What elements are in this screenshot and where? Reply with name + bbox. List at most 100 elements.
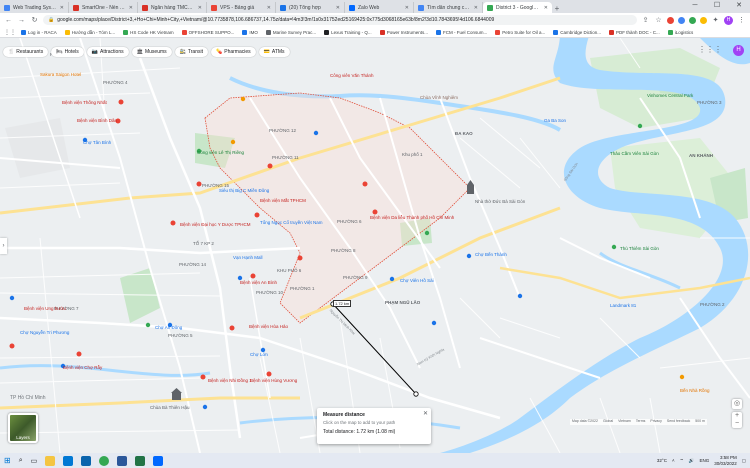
map-label-place[interactable]: Bệnh viện An Bình <box>240 280 277 285</box>
puzzle-icon[interactable]: ✦ <box>711 16 720 24</box>
task-view-icon[interactable]: ▭ <box>31 457 38 465</box>
map-label-place[interactable]: Bệnh viện Hòa Hảo <box>249 324 288 329</box>
browser-tab[interactable]: VPS - Bảng giá ✕ <box>207 2 276 13</box>
reload-icon[interactable]: ↻ <box>30 16 39 24</box>
excel-icon[interactable] <box>135 455 146 466</box>
map-label-place[interactable]: Chợ Viên Hồ Sài <box>400 278 434 283</box>
file-explorer-icon[interactable] <box>45 455 56 466</box>
close-icon[interactable]: ✕ <box>60 5 64 11</box>
close-icon[interactable]: ✕ <box>405 5 409 11</box>
bookmark-item[interactable]: Log in - RACA <box>21 29 57 35</box>
browser-tab[interactable]: SmartOne - Nền tảng quả...✕ <box>69 2 138 13</box>
map-label-place[interactable]: Sakura Saigon Hotel <box>40 72 81 77</box>
search-icon[interactable]: ⌕ <box>19 457 23 465</box>
map-label-place[interactable]: Thủ Thiêm Sài Gòn <box>620 246 659 251</box>
map-label-place[interactable]: Vinhomes Central Park <box>647 93 693 98</box>
share-icon[interactable]: ⇪ <box>641 16 650 24</box>
profile-avatar[interactable]: H <box>724 15 733 25</box>
map-label-place[interactable]: Công viên Lê Thị Riêng <box>197 150 244 155</box>
browser-tab[interactable]: Tìm dân chung cư dưới 2...✕ <box>414 2 483 13</box>
bookmark-item[interactable]: Power Instruments... <box>379 29 428 35</box>
map-label-place[interactable]: Bệnh viện Thống Nhất <box>62 100 107 105</box>
outlook-icon[interactable] <box>81 455 92 466</box>
restaurants-chip[interactable]: 🍴 Restaurants <box>3 47 49 57</box>
hotels-chip[interactable]: 🛏 Hotels <box>51 47 84 57</box>
close-window-icon[interactable]: ✕ <box>728 0 750 12</box>
map-label-place[interactable]: Bệnh viện Chợ Rẫy <box>63 365 102 370</box>
bookmark-item[interactable]: Cambridge Diction... <box>553 29 601 35</box>
map-label-place[interactable]: Công viên Văn Thánh <box>330 73 373 78</box>
account-avatar[interactable]: H <box>733 45 744 56</box>
transit-chip[interactable]: 🚉 Transit <box>174 47 208 57</box>
apps-icon[interactable]: ⋮⋮ <box>4 29 16 36</box>
browser-tab[interactable]: (20) Tổng hợp ✕ <box>276 2 345 13</box>
map-label-place[interactable]: Bệnh viện Nhi Đồng 1 <box>208 378 252 383</box>
map-label-place[interactable]: Chợ Nguyễn Tri Phương <box>20 330 69 335</box>
map-label-place[interactable]: Bệnh viện Mắt TPHCM <box>260 198 306 203</box>
zoom-in-button[interactable]: + <box>732 412 742 420</box>
star-icon[interactable]: ☆ <box>654 16 663 24</box>
map-label-place[interactable]: Chùa Bà Thiên Hậu <box>150 405 189 410</box>
scale-label[interactable]: 500 m <box>695 419 705 425</box>
browser-tab[interactable]: Web Trading System ✕ <box>0 2 69 13</box>
word-icon[interactable] <box>117 455 128 466</box>
map-label-place[interactable]: Bệnh viện Ung bướu <box>24 306 66 311</box>
my-location-icon[interactable]: ◎ <box>732 399 742 409</box>
bookmark-item[interactable]: IMO <box>242 29 258 35</box>
minimize-icon[interactable]: ─ <box>684 0 706 12</box>
chrome-icon[interactable] <box>99 455 110 466</box>
map-label-place[interactable]: Nhà thờ Đức Bà Sài Gòn <box>475 199 525 204</box>
extension-icon[interactable] <box>700 16 707 24</box>
map-label-place[interactable]: Bệnh viện Đại học Y Dược TPHCM <box>180 222 251 227</box>
zalo-icon[interactable] <box>153 455 164 466</box>
close-icon[interactable]: ✕ <box>198 5 202 11</box>
bookmark-item[interactable]: Petro Suite for Oil a... <box>495 29 545 35</box>
url-field[interactable]: 🔒 google.com/maps/place/District+3,+Ho+C… <box>43 15 637 25</box>
forward-icon[interactable]: → <box>17 17 26 24</box>
map-label-place[interactable]: Bệnh viện Bình Dân <box>77 118 117 123</box>
close-icon[interactable]: ✕ <box>267 5 271 11</box>
back-icon[interactable]: ← <box>4 17 13 24</box>
windows-start-icon[interactable]: ⊞ <box>4 456 11 465</box>
map-label-place[interactable]: Chợ Bến Thành <box>475 252 507 257</box>
map-label-place[interactable]: Chợ Tân Bình <box>83 140 111 145</box>
map-label-place[interactable]: Vạn Hạnh Mall <box>233 255 263 260</box>
mail-icon[interactable] <box>63 455 74 466</box>
maximize-icon[interactable]: ☐ <box>706 0 728 12</box>
pharmacies-chip[interactable]: 💊 Pharmacies <box>211 47 256 57</box>
language-indicator[interactable]: ENG <box>699 458 709 463</box>
clock[interactable]: 3:58 PM 30/03/2022 <box>714 455 737 466</box>
bookmark-item[interactable]: Marine Survey Prac... <box>265 29 316 35</box>
map-label-place[interactable]: Chợ Lớn <box>250 352 268 357</box>
chevron-up-icon[interactable]: ˄ <box>672 458 675 463</box>
browser-tab[interactable]: Ngân hàng TMCP Kỹ thươ...✕ <box>138 2 207 13</box>
collapse-side-panel-button[interactable]: › <box>0 238 7 254</box>
close-icon[interactable]: ✕ <box>129 5 133 11</box>
extension-icon[interactable] <box>667 16 674 24</box>
notification-icon[interactable]: ▢ <box>742 458 746 464</box>
close-icon[interactable]: ✕ <box>423 410 428 417</box>
bookmark-item[interactable]: OFFSHORE SUPPO... <box>181 29 234 35</box>
extension-icon[interactable] <box>689 16 696 24</box>
map-label-place[interactable]: Bến Nhà Rồng <box>680 388 710 393</box>
map-label-place[interactable]: Chợ An Đông <box>155 325 182 330</box>
wifi-icon[interactable]: ⌔ <box>680 458 684 464</box>
layers-button[interactable]: Layers <box>8 413 38 443</box>
menu-icon[interactable]: ⋮ <box>737 16 746 24</box>
map-label-place[interactable]: Thảo Cầm Viên Sài Gòn <box>610 151 659 156</box>
close-icon[interactable]: ✕ <box>474 5 478 11</box>
bookmark-item[interactable]: iLogistics <box>667 29 693 35</box>
bookmark-item[interactable]: FCM - Fuel Consum... <box>435 29 487 35</box>
map-label-place[interactable]: Siêu thị Big C Miền Đông <box>219 188 269 193</box>
close-icon[interactable]: ✕ <box>336 5 340 11</box>
weather-temp[interactable]: 32°C <box>657 458 667 463</box>
map-label-place[interactable]: Landmark 81 <box>610 303 636 308</box>
extension-icon[interactable] <box>678 16 685 24</box>
new-tab-button[interactable]: + <box>552 4 562 13</box>
bookmark-item[interactable]: Lexus Training - Q... <box>324 29 372 35</box>
volume-icon[interactable]: 🔊 <box>689 458 695 464</box>
attractions-chip[interactable]: 📷 Attractions <box>86 47 129 57</box>
google-apps-icon[interactable]: ⋮⋮⋮ <box>698 45 722 54</box>
museums-chip[interactable]: 🏛 Museums <box>131 47 172 57</box>
browser-tab-active[interactable]: District 3 - Google Maps✕ <box>483 2 552 13</box>
